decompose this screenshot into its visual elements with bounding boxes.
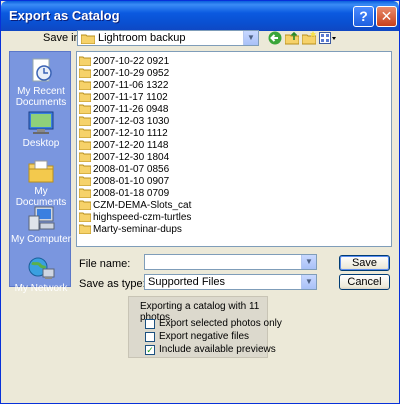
file-name: 2007-12-10 1112 bbox=[93, 128, 168, 139]
folder-icon bbox=[78, 56, 92, 67]
folder-icon bbox=[78, 212, 92, 223]
option-label: Export selected photos only bbox=[159, 318, 282, 329]
file-name: CZM-DEMA-Slots_cat bbox=[93, 200, 192, 211]
folder-icon bbox=[78, 164, 92, 175]
place-desktop[interactable]: Desktop bbox=[10, 110, 72, 149]
place-my-network[interactable]: My Network bbox=[10, 255, 72, 294]
checkbox-checked[interactable]: ✓ bbox=[145, 345, 155, 355]
save-as-type-dropdown[interactable]: Supported Files ▼ bbox=[144, 274, 317, 290]
option-label: Include available previews bbox=[159, 344, 276, 355]
file-name: 2007-10-22 0921 bbox=[93, 56, 170, 67]
chevron-down-icon[interactable]: ▼ bbox=[243, 31, 258, 45]
folder-icon bbox=[78, 152, 92, 163]
desktop-icon bbox=[26, 110, 56, 136]
place-label: My Recent Documents bbox=[15, 86, 67, 108]
file-name: 2007-12-20 1148 bbox=[93, 140, 169, 151]
folder-icon bbox=[78, 80, 92, 91]
file-name-field[interactable]: ▼ bbox=[144, 254, 317, 270]
file-name: 2007-11-06 1322 bbox=[93, 80, 169, 91]
save-in-dropdown[interactable]: Lightroom backup ▼ bbox=[77, 30, 259, 46]
back-arrow-icon[interactable] bbox=[268, 31, 282, 45]
place-label: My Computer bbox=[10, 234, 71, 245]
cancel-button[interactable]: Cancel bbox=[339, 274, 390, 290]
folder-icon bbox=[78, 104, 92, 115]
folder-icon bbox=[78, 224, 92, 235]
folder-icon bbox=[78, 176, 92, 187]
place-label: Desktop bbox=[22, 138, 60, 149]
checkbox-unchecked[interactable] bbox=[145, 319, 155, 329]
my-documents-icon bbox=[26, 158, 56, 184]
save-as-type-value: Supported Files bbox=[148, 276, 226, 288]
chevron-down-icon[interactable]: ▼ bbox=[301, 255, 316, 269]
file-name: 2007-11-17 1102 bbox=[93, 92, 168, 103]
save-in-value: Lightroom backup bbox=[98, 32, 186, 44]
chevron-down-icon[interactable]: ▼ bbox=[301, 275, 316, 289]
folder-icon bbox=[78, 128, 92, 139]
folder-icon bbox=[78, 92, 92, 103]
file-name: 2008-01-18 0709 bbox=[93, 188, 170, 199]
export-options-panel: Exporting a catalog with 11 photos. Expo… bbox=[128, 296, 282, 358]
window-title: Export as Catalog bbox=[9, 8, 120, 23]
save-as-type-label: Save as type: bbox=[79, 278, 146, 290]
folder-icon bbox=[78, 188, 92, 199]
close-button[interactable]: ✕ bbox=[376, 6, 397, 27]
folder-icon bbox=[80, 33, 96, 45]
folder-icon bbox=[78, 200, 92, 211]
folder-icon bbox=[78, 140, 92, 151]
up-folder-icon[interactable] bbox=[284, 31, 300, 45]
checkbox-unchecked[interactable] bbox=[145, 332, 155, 342]
folder-icon bbox=[78, 116, 92, 127]
view-menu-icon[interactable] bbox=[319, 31, 337, 45]
title-bar[interactable]: Export as Catalog ? ✕ bbox=[1, 1, 399, 31]
new-folder-icon[interactable] bbox=[301, 31, 317, 45]
file-name: 2008-01-10 0907 bbox=[93, 176, 170, 187]
file-name: highspeed-czm-turtles bbox=[93, 212, 192, 223]
help-button[interactable]: ? bbox=[353, 6, 374, 27]
file-name: 2008-01-07 0856 bbox=[93, 164, 170, 175]
my-network-icon bbox=[26, 255, 56, 281]
export-catalog-dialog: Export as Catalog ? ✕ Save in: Lightroom… bbox=[0, 0, 400, 404]
place-my-recent-documents[interactable]: My Recent Documents bbox=[10, 58, 72, 108]
save-button[interactable]: Save bbox=[339, 255, 390, 271]
place-my-computer[interactable]: My Computer bbox=[10, 206, 72, 245]
recent-documents-icon bbox=[26, 58, 56, 84]
option-label: Export negative files bbox=[159, 331, 250, 342]
my-computer-icon bbox=[26, 206, 56, 232]
place-label: My Documents bbox=[15, 186, 67, 208]
file-name-label: File name: bbox=[79, 258, 131, 270]
file-name: Marty-seminar-dups bbox=[93, 224, 182, 235]
file-name: 2007-11-26 0948 bbox=[93, 104, 169, 115]
file-list[interactable]: 2007-10-22 0921 2007-10-29 0952 2007-11-… bbox=[76, 51, 392, 247]
places-bar: My Recent Documents Desktop My Documents… bbox=[9, 51, 72, 294]
file-name: 2007-10-29 0952 bbox=[93, 68, 170, 79]
place-my-documents[interactable]: My Documents bbox=[10, 158, 72, 208]
folder-icon bbox=[78, 68, 92, 79]
file-name: 2007-12-03 1030 bbox=[93, 116, 170, 127]
file-name: 2007-12-30 1804 bbox=[93, 152, 170, 163]
place-label: My Network bbox=[14, 283, 68, 294]
